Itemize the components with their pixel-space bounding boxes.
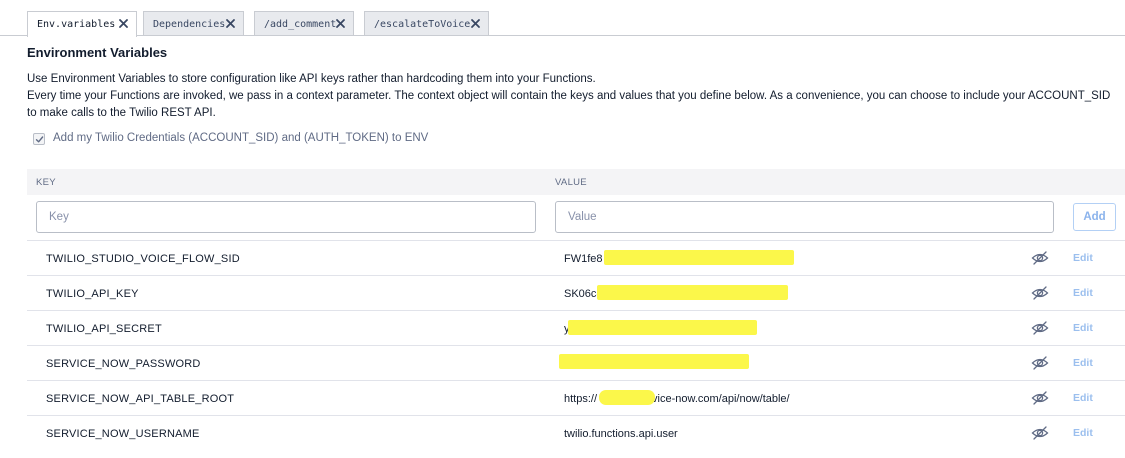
edit-link[interactable]: Edit bbox=[1073, 322, 1093, 334]
eye-slash-icon[interactable] bbox=[1031, 390, 1049, 406]
close-icon[interactable] bbox=[469, 17, 482, 30]
redaction-mark bbox=[568, 320, 757, 335]
tab-label: Env.variables bbox=[37, 19, 116, 30]
redaction-mark bbox=[559, 354, 749, 369]
env-key: TWILIO_API_SECRET bbox=[46, 323, 162, 335]
credentials-checkbox-label[interactable]: Add my Twilio Credentials (ACCOUNT_SID) … bbox=[53, 132, 428, 144]
key-input[interactable] bbox=[36, 201, 536, 233]
env-value: twilio.functions.api.user bbox=[564, 428, 678, 440]
env-value: https:// .service-now.com/api/now/table/ bbox=[564, 393, 790, 405]
tab-label: Dependencies bbox=[153, 18, 226, 30]
close-icon[interactable] bbox=[117, 17, 130, 30]
env-key: TWILIO_STUDIO_VOICE_FLOW_SID bbox=[46, 253, 240, 265]
table-header: KEY VALUE bbox=[27, 169, 1125, 195]
env-value: FW1fe8 bbox=[564, 253, 603, 265]
redaction-mark bbox=[599, 390, 655, 405]
tab-env-variables[interactable]: Env.variables bbox=[27, 11, 137, 37]
table-row: TWILIO_STUDIO_VOICE_FLOW_SID FW1fe8 Edit bbox=[27, 241, 1125, 276]
tab-add-comment[interactable]: /add_comment bbox=[254, 11, 354, 36]
check-icon bbox=[35, 135, 43, 142]
credentials-checkbox[interactable] bbox=[33, 133, 45, 145]
eye-slash-icon[interactable] bbox=[1031, 285, 1049, 301]
add-button[interactable]: Add bbox=[1073, 203, 1116, 231]
table-row: SERVICE_NOW_USERNAME twilio.functions.ap… bbox=[27, 416, 1125, 451]
table-row: SERVICE_NOW_PASSWORD Edit bbox=[27, 346, 1125, 381]
description-line-3: to make calls to the Twilio REST API. bbox=[27, 107, 216, 119]
table-row: TWILIO_API_KEY SK06c8 Edit bbox=[27, 276, 1125, 311]
tab-dependencies[interactable]: Dependencies bbox=[143, 11, 244, 36]
edit-link[interactable]: Edit bbox=[1073, 287, 1093, 299]
description-line-2: Every time your Functions are invoked, w… bbox=[27, 90, 1111, 102]
eye-slash-icon[interactable] bbox=[1031, 355, 1049, 371]
tab-label: /escalateToVoice bbox=[374, 18, 471, 30]
tab-bar: Env.variables Dependencies /add_comment … bbox=[0, 0, 1125, 37]
tab-escalate-to-voice[interactable]: /escalateToVoice bbox=[364, 11, 489, 36]
redaction-mark bbox=[597, 285, 788, 300]
column-header-value: VALUE bbox=[555, 177, 587, 188]
eye-slash-icon[interactable] bbox=[1031, 320, 1049, 336]
edit-link[interactable]: Edit bbox=[1073, 357, 1093, 369]
eye-slash-icon[interactable] bbox=[1031, 425, 1049, 441]
edit-link[interactable]: Edit bbox=[1073, 392, 1093, 404]
env-key: SERVICE_NOW_API_TABLE_ROOT bbox=[46, 393, 235, 405]
edit-link[interactable]: Edit bbox=[1073, 427, 1093, 439]
env-key: SERVICE_NOW_USERNAME bbox=[46, 428, 200, 440]
column-header-key: KEY bbox=[36, 177, 56, 188]
close-icon[interactable] bbox=[224, 17, 237, 30]
table-row: SERVICE_NOW_API_TABLE_ROOT https:// .ser… bbox=[27, 381, 1125, 416]
tab-label: /add_comment bbox=[264, 18, 337, 30]
env-key: TWILIO_API_KEY bbox=[46, 288, 139, 300]
tab-divider bbox=[0, 35, 1125, 36]
value-input[interactable] bbox=[555, 201, 1054, 233]
redaction-mark bbox=[604, 250, 794, 265]
table-row: TWILIO_API_SECRET y Edit bbox=[27, 311, 1125, 346]
description-line-1: Use Environment Variables to store confi… bbox=[27, 73, 596, 85]
eye-slash-icon[interactable] bbox=[1031, 250, 1049, 266]
close-icon[interactable] bbox=[334, 17, 347, 30]
env-key: SERVICE_NOW_PASSWORD bbox=[46, 358, 201, 370]
edit-link[interactable]: Edit bbox=[1073, 252, 1093, 264]
page-title: Environment Variables bbox=[27, 45, 168, 60]
